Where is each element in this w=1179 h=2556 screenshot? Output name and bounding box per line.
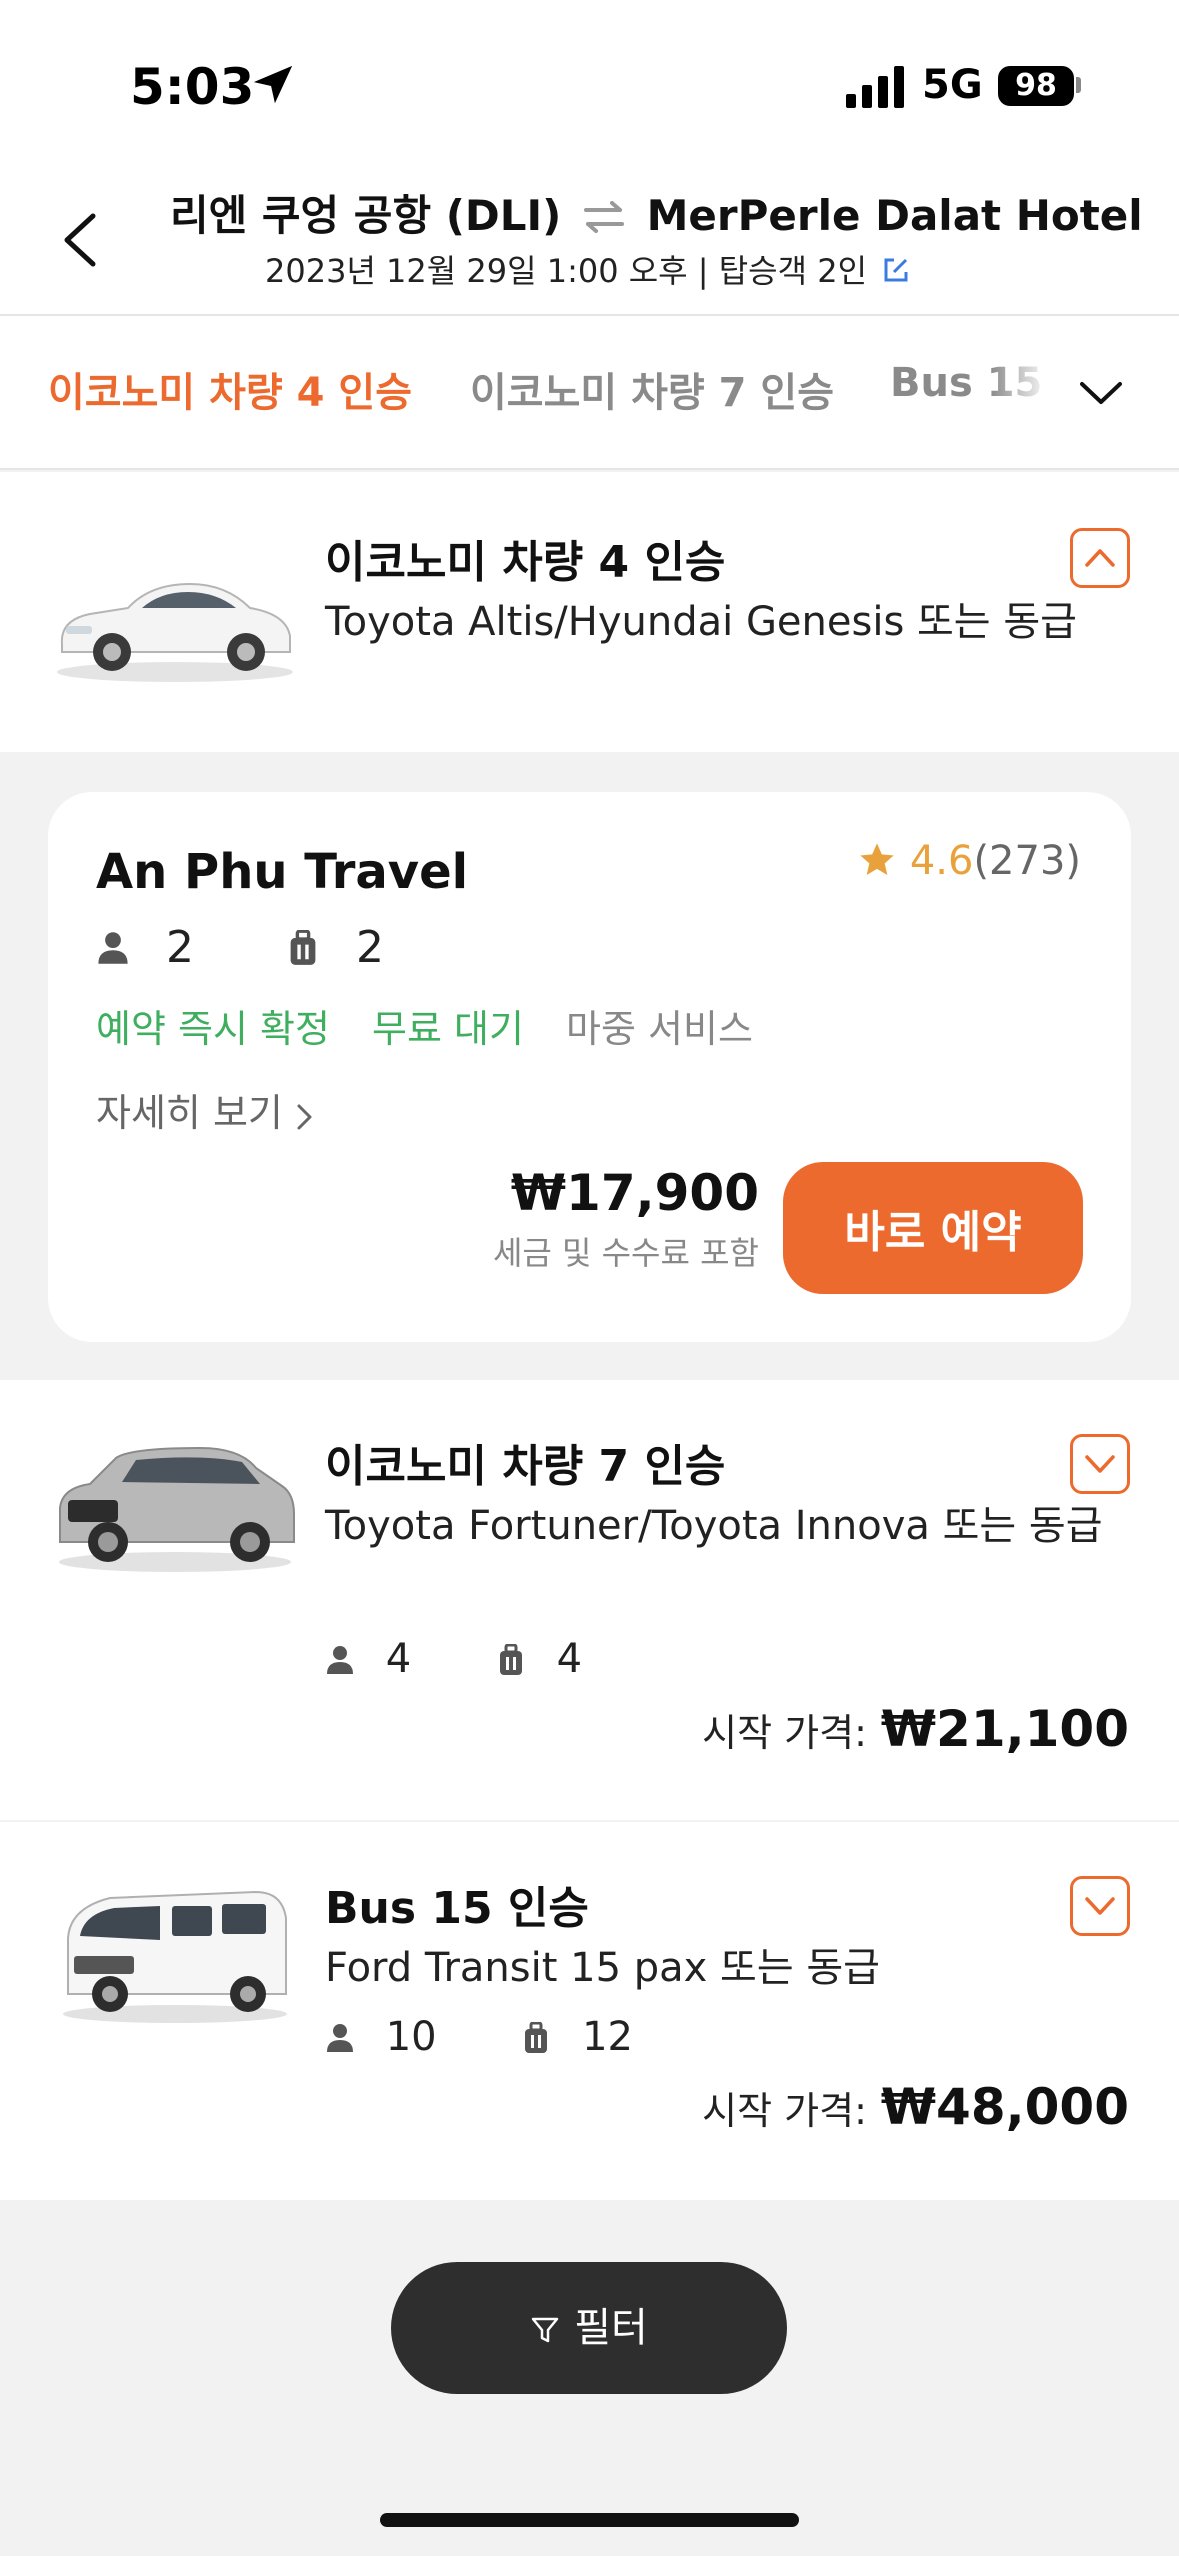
details-label: 자세히 보기 bbox=[96, 1091, 283, 1135]
vehicle-title: 이코노미 차량 4 인승 bbox=[325, 537, 726, 588]
rating: 4.6(273) bbox=[857, 838, 1081, 884]
expand-button[interactable] bbox=[1070, 1876, 1130, 1936]
starting-price-label: 시작 가격: bbox=[702, 2089, 867, 2133]
price-note: 세금 및 수수료 포함 bbox=[492, 1234, 759, 1272]
capacity: 2 2 bbox=[96, 922, 384, 973]
luggage-icon bbox=[499, 1644, 522, 1675]
offer-price: ₩17,900 세금 및 수수료 포함 bbox=[493, 1164, 759, 1274]
book-now-button[interactable]: 바로 예약 bbox=[783, 1162, 1083, 1294]
origin: 리엔 쿠엉 공항 (DLI) bbox=[170, 191, 562, 240]
chevron-down-icon bbox=[1085, 1897, 1115, 1915]
tag-instant-confirm: 예약 즉시 확정 bbox=[96, 1007, 330, 1051]
review-count: (273) bbox=[973, 838, 1081, 884]
route-title: 리엔 쿠엉 공항 (DLI) MerPerle Dalat Hotel bbox=[170, 182, 1143, 243]
tag-free-waiting: 무료 대기 bbox=[372, 1007, 524, 1051]
battery-tip bbox=[1076, 77, 1081, 93]
vehicle-title: Bus 15 인승 bbox=[325, 1883, 589, 1934]
tab-economy-4[interactable]: 이코노미 차량 4 인승 bbox=[48, 360, 412, 418]
vehicle-description: Toyota Fortuner/Toyota Innova 또는 동급 bbox=[325, 1503, 1103, 1549]
header: 리엔 쿠엉 공항 (DLI) MerPerle Dalat Hotel 2023… bbox=[0, 160, 1179, 316]
vehicle-section-bus-15[interactable]: Bus 15 인승 Ford Transit 15 pax 또는 동급 10 1… bbox=[0, 1822, 1179, 2200]
luggage-icon bbox=[290, 930, 316, 965]
swap-icon bbox=[583, 201, 624, 233]
vehicle-tabs: 이코노미 차량 4 인승 이코노미 차량 7 인승 Bus 15 bbox=[0, 316, 1179, 470]
tab-fade bbox=[990, 346, 1050, 426]
offer-card[interactable]: An Phu Travel 4.6(273) 2 2 예약 즉시 확정 무료 대… bbox=[48, 792, 1131, 1342]
details-link[interactable]: 자세히 보기 bbox=[96, 1082, 315, 1137]
passenger-count: 10 bbox=[385, 2014, 437, 2060]
sedan-image bbox=[57, 582, 293, 682]
capacity: 4 4 bbox=[325, 1636, 582, 1682]
vehicle-section-economy-4[interactable]: 이코노미 차량 4 인승 Toyota Altis/Hyundai Genesi… bbox=[0, 472, 1179, 752]
home-indicator bbox=[380, 2513, 799, 2527]
starting-price-label: 시작 가격: bbox=[702, 1711, 867, 1755]
status-time: 5:03 bbox=[130, 58, 255, 116]
network-type: 5G bbox=[922, 62, 983, 108]
filter-label: 필터 bbox=[574, 2305, 648, 2351]
star-icon bbox=[860, 843, 894, 875]
tab-economy-7[interactable]: 이코노미 차량 7 인승 bbox=[470, 360, 834, 418]
location-arrow-icon bbox=[253, 65, 293, 104]
status-bar: 5:03 5G 98 bbox=[0, 0, 1179, 160]
person-icon bbox=[327, 1646, 353, 1674]
signal-icon bbox=[846, 66, 904, 108]
destination: MerPerle Dalat Hotel bbox=[646, 191, 1143, 240]
vehicle-title: 이코노미 차량 7 인승 bbox=[325, 1441, 726, 1492]
person-icon bbox=[98, 932, 128, 964]
trip-details: 2023년 12월 29일 1:00 오후 | 탑승객 2인 bbox=[265, 252, 868, 290]
filter-icon bbox=[531, 2317, 559, 2343]
vehicle-section-economy-7[interactable]: 이코노미 차량 7 인승 Toyota Fortuner/Toyota Inno… bbox=[0, 1380, 1179, 1820]
chevron-down-icon bbox=[1085, 1455, 1115, 1473]
suv-image bbox=[59, 1446, 295, 1572]
luggage-count: 2 bbox=[356, 922, 384, 973]
vehicle-description: Ford Transit 15 pax 또는 동급 bbox=[325, 1945, 880, 1991]
passenger-count: 4 bbox=[385, 1636, 412, 1682]
chevron-right-icon bbox=[297, 1104, 312, 1130]
starting-price: 시작 가격: ₩21,100 bbox=[702, 1700, 1129, 1758]
luggage-count: 4 bbox=[556, 1636, 583, 1682]
van-image bbox=[63, 1890, 287, 2023]
filter-button[interactable]: 필터 bbox=[391, 2262, 787, 2394]
collapse-button[interactable] bbox=[1070, 528, 1130, 588]
vehicle-description: Toyota Altis/Hyundai Genesis 또는 동급 bbox=[325, 599, 1077, 645]
person-icon bbox=[327, 2024, 353, 2052]
luggage-count: 12 bbox=[582, 2014, 633, 2060]
chevron-down-icon[interactable] bbox=[1078, 378, 1124, 408]
starting-price-value: ₩48,000 bbox=[880, 2078, 1129, 2136]
tag-meet-greet: 마중 서비스 bbox=[566, 1007, 753, 1051]
provider-name: An Phu Travel bbox=[96, 844, 469, 900]
luggage-icon bbox=[525, 2022, 548, 2053]
passenger-count: 2 bbox=[166, 922, 194, 973]
battery-icon: 98 bbox=[998, 66, 1074, 106]
rating-score: 4.6 bbox=[909, 838, 974, 884]
back-arrow-icon[interactable] bbox=[55, 210, 105, 270]
feature-tags: 예약 즉시 확정 무료 대기 마중 서비스 bbox=[96, 998, 753, 1053]
edit-icon[interactable] bbox=[882, 256, 910, 284]
chevron-up-icon bbox=[1085, 549, 1115, 567]
expand-button[interactable] bbox=[1070, 1434, 1130, 1494]
starting-price-value: ₩21,100 bbox=[880, 1700, 1129, 1758]
price-amount: ₩17,900 bbox=[510, 1164, 759, 1222]
capacity: 10 12 bbox=[325, 2014, 633, 2060]
starting-price: 시작 가격: ₩48,000 bbox=[702, 2078, 1129, 2136]
